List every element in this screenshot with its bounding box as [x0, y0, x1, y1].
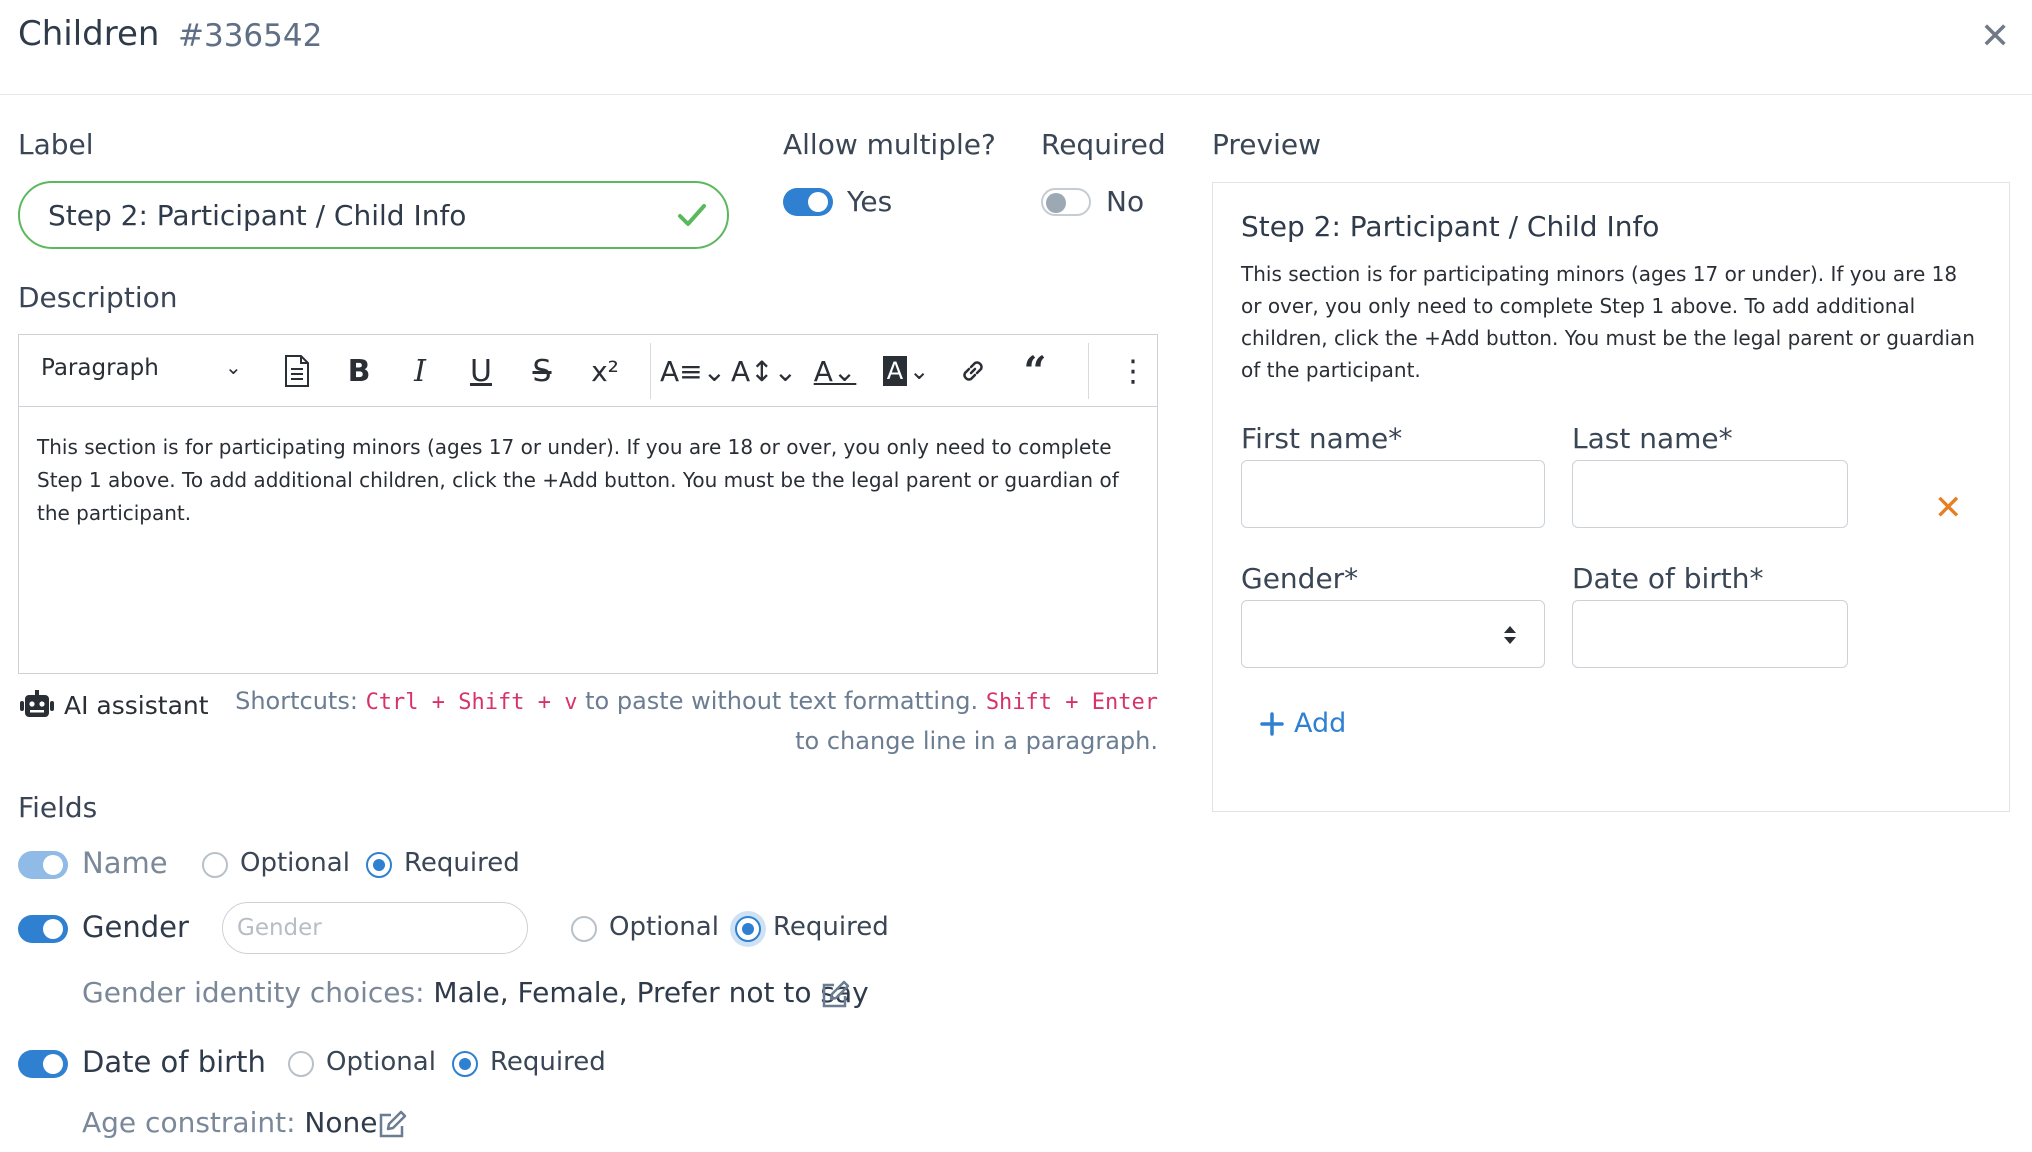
italic-icon[interactable]: I — [400, 349, 440, 393]
header-divider — [0, 94, 2032, 95]
allow-multiple-heading: Allow multiple? — [783, 128, 996, 161]
add-child-button[interactable]: Add — [1260, 708, 1346, 739]
gender-required-radio[interactable] — [735, 916, 761, 942]
shortcut-key-newline: Shift + Enter — [985, 690, 1158, 715]
superscript-icon[interactable]: x² — [581, 349, 629, 393]
required-value: No — [1106, 185, 1145, 218]
block-style-select[interactable]: Paragraph — [41, 355, 159, 381]
gender-choices-label: Gender identity choices: — [82, 976, 425, 1009]
name-required-label: Required — [404, 848, 520, 878]
name-optional-label: Optional — [240, 848, 350, 878]
gender-choices: Gender identity choices: Male, Female, P… — [82, 976, 869, 1009]
allow-multiple-value: Yes — [847, 185, 893, 218]
record-id: #336542 — [178, 18, 323, 54]
toolbar-separator — [650, 343, 651, 399]
description-heading: Description — [18, 281, 178, 314]
dob-required-label: Required — [490, 1047, 606, 1077]
preview-last-name-input[interactable] — [1572, 460, 1848, 528]
edit-icon[interactable] — [377, 1110, 407, 1140]
dob-field-label: Date of birth — [82, 1045, 266, 1079]
quote-icon[interactable]: “ — [1015, 348, 1055, 395]
gender-required-label: Required — [773, 912, 889, 942]
gender-field-toggle[interactable] — [18, 915, 68, 943]
name-required-radio[interactable] — [366, 852, 392, 878]
allow-multiple-toggle[interactable] — [783, 188, 833, 216]
close-icon[interactable]: ✕ — [1980, 16, 2010, 57]
dob-optional-radio[interactable] — [288, 1051, 314, 1077]
font-color-icon[interactable]: A⌄ — [809, 349, 861, 393]
valid-check-icon — [678, 204, 706, 226]
preview-dob-input[interactable] — [1572, 600, 1848, 668]
highlight-color-icon[interactable]: A ⌄ — [879, 349, 933, 393]
more-icon[interactable]: ⋮ — [1118, 349, 1148, 393]
shortcuts-mid: to paste without text formatting. — [585, 687, 979, 715]
name-optional-radio[interactable] — [202, 852, 228, 878]
name-field-label: Name — [82, 846, 168, 880]
chevron-down-icon[interactable]: ⌄ — [225, 355, 242, 379]
dob-required-radio[interactable] — [452, 1051, 478, 1077]
line-height-icon[interactable]: A↕⌄ — [731, 349, 797, 393]
preview-dob-label: Date of birth* — [1572, 562, 1764, 595]
shortcuts-hint: Shortcuts: Ctrl + Shift + v to paste wit… — [190, 682, 1158, 761]
editor-toolbar: Paragraph ⌄ B I U S x² A≡⌄ A↕⌄ A⌄ A ⌄ “ ⋮ — [19, 335, 1157, 407]
preview-form-title: Step 2: Participant / Child Info — [1241, 210, 1660, 243]
robot-icon — [20, 690, 54, 717]
age-constraint-value: None — [304, 1106, 378, 1139]
sort-caret-icon — [1504, 626, 1516, 644]
fields-heading: Fields — [18, 791, 98, 824]
label-heading: Label — [18, 128, 94, 161]
dob-field-toggle[interactable] — [18, 1050, 68, 1078]
gender-optional-label: Optional — [609, 912, 719, 942]
shortcuts-prefix: Shortcuts: — [235, 687, 358, 715]
preview-first-name-label: First name* — [1241, 422, 1403, 455]
description-editor: Paragraph ⌄ B I U S x² A≡⌄ A↕⌄ A⌄ A ⌄ “ ⋮… — [18, 334, 1158, 674]
label-input-value: Step 2: Participant / Child Info — [48, 198, 467, 232]
plus-icon — [1260, 711, 1284, 736]
strikethrough-icon[interactable]: S — [522, 349, 562, 393]
age-constraint: Age constraint: None — [82, 1106, 377, 1139]
shortcuts-suffix: to change line in a paragraph. — [795, 727, 1158, 755]
add-child-label: Add — [1294, 708, 1347, 739]
remove-child-icon[interactable]: ✕ — [1934, 488, 1963, 528]
link-icon[interactable] — [953, 349, 993, 393]
required-toggle[interactable] — [1041, 188, 1091, 216]
preview-last-name-label: Last name* — [1572, 422, 1733, 455]
shortcut-key-paste: Ctrl + Shift + v — [365, 690, 578, 715]
gender-choices-value: Male, Female, Prefer not to say — [433, 976, 869, 1009]
bold-icon[interactable]: B — [339, 349, 379, 393]
required-heading: Required — [1041, 128, 1166, 161]
ai-assistant-button[interactable]: AI assistant — [18, 690, 209, 720]
preview-heading: Preview — [1212, 128, 1321, 161]
age-constraint-label: Age constraint: — [82, 1106, 296, 1139]
preview-gender-select[interactable] — [1241, 600, 1545, 668]
gender-field-label: Gender — [82, 910, 189, 944]
document-icon[interactable] — [277, 349, 317, 393]
preview-first-name-input[interactable] — [1241, 460, 1545, 528]
gender-optional-radio[interactable] — [571, 916, 597, 942]
description-content[interactable]: This section is for participating minors… — [37, 431, 1137, 530]
dialog-title: Children — [18, 14, 160, 54]
font-size-icon[interactable]: A≡⌄ — [660, 349, 726, 393]
label-input[interactable]: Step 2: Participant / Child Info — [18, 181, 729, 249]
edit-icon[interactable] — [820, 980, 850, 1010]
preview-gender-label: Gender* — [1241, 562, 1359, 595]
toolbar-separator — [1088, 343, 1089, 399]
dob-optional-label: Optional — [326, 1047, 436, 1077]
gender-label-input[interactable]: Gender — [222, 902, 528, 954]
underline-icon[interactable]: U — [461, 349, 501, 393]
ai-assistant-label: AI assistant — [64, 690, 209, 720]
preview-form-description: This section is for participating minors… — [1241, 262, 1975, 382]
name-field-toggle[interactable] — [18, 851, 68, 879]
